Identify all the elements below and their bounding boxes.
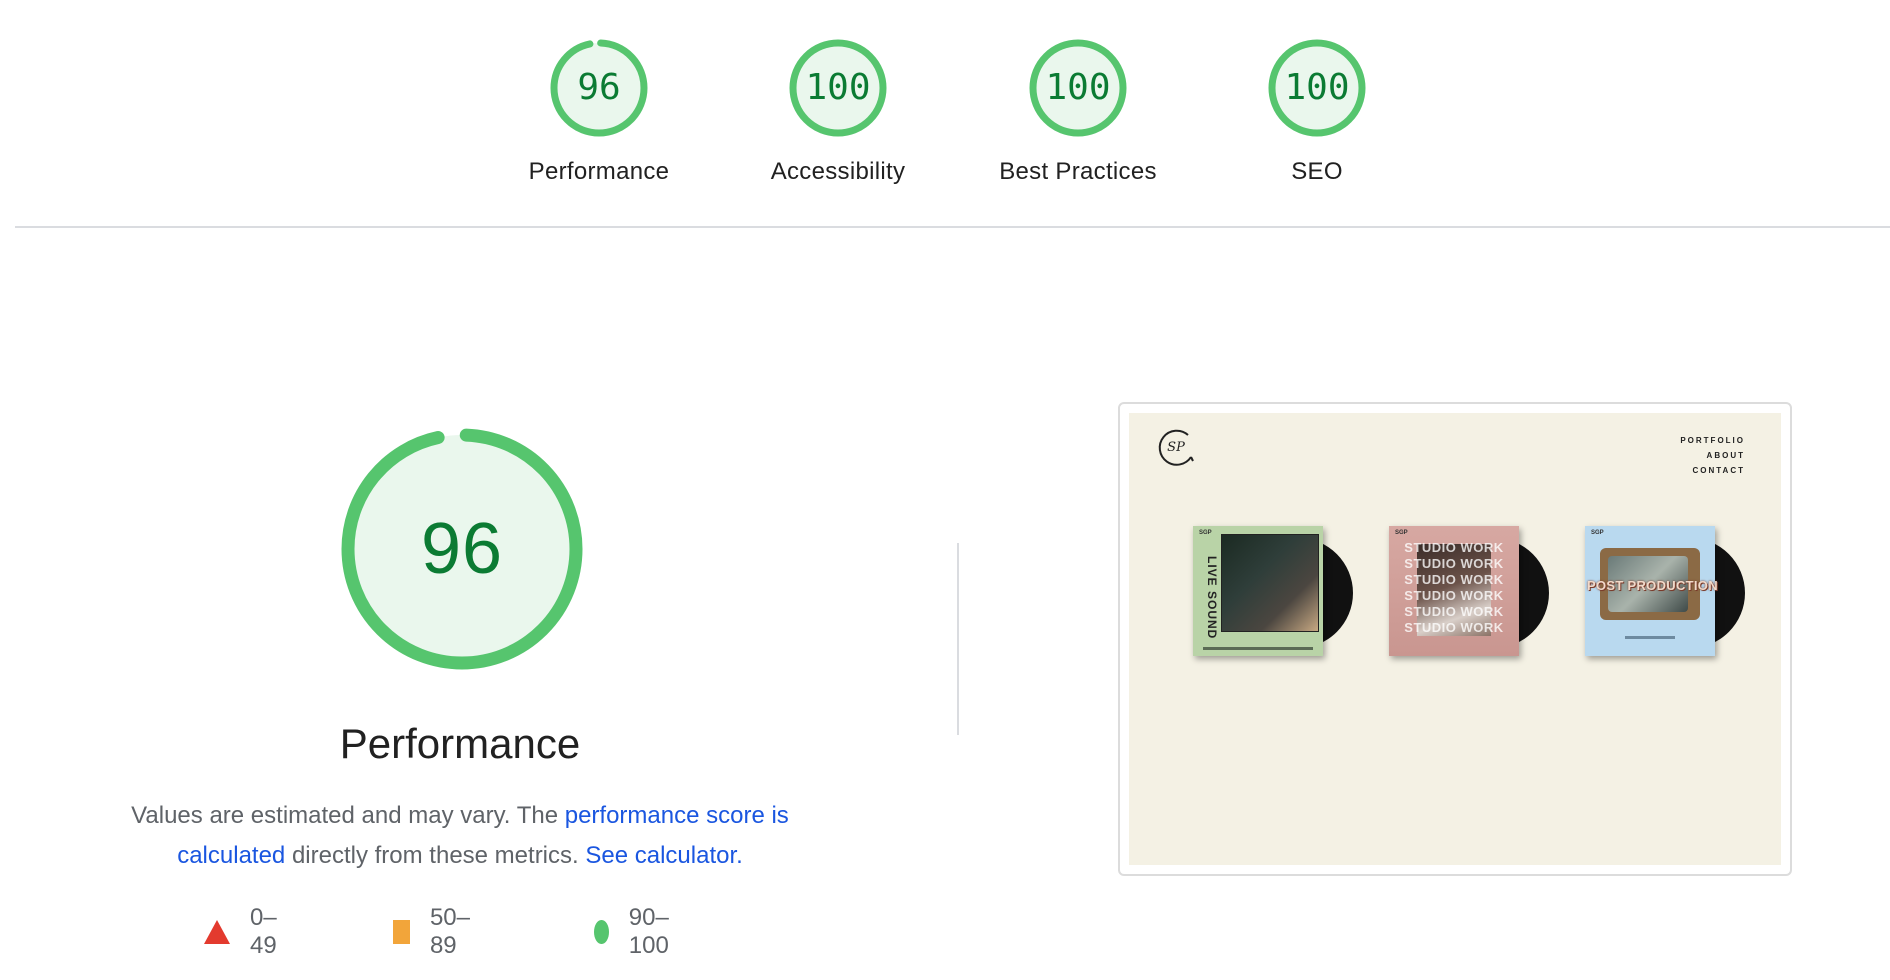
cover-footer [1203, 647, 1313, 650]
orange-square-icon [393, 920, 410, 944]
gauge-score: 100 [805, 67, 871, 108]
gauge-ring: 100 [788, 38, 888, 138]
gauge-score: 100 [1045, 67, 1111, 108]
nav-item-about: ABOUT [1706, 451, 1745, 460]
legend-range: 0–49 [250, 904, 277, 959]
album-title: LIVE SOUND [1205, 556, 1219, 640]
gauge-performance[interactable]: 96 Performance [499, 38, 699, 186]
section-divider [15, 226, 1890, 228]
cover-caption [1625, 636, 1675, 639]
album-title-repeat: STUDIO WORK [1404, 604, 1504, 619]
performance-score: 96 [420, 509, 504, 589]
final-screenshot: SP PORTFOLIO ABOUT CONTACT SGP LIVE SOUN… [1129, 413, 1781, 865]
logo-text: SP [1167, 440, 1185, 455]
album-tag: SGP [1199, 530, 1212, 536]
legend-range: 90–100 [628, 904, 669, 959]
vertical-divider [957, 543, 959, 735]
gauge-label: Performance [528, 158, 670, 185]
album-title-repeat: STUDIO WORK [1404, 620, 1504, 635]
album-cover: SGP STUDIO WORK STUDIO WORK STUDIO WORK … [1389, 526, 1519, 656]
cover-photo [1221, 534, 1319, 632]
album-title-repeat: STUDIO WORK [1404, 588, 1504, 603]
album-title-repeat: STUDIO WORK [1404, 556, 1504, 571]
album-cover: SGP POST PRODUCTION [1585, 526, 1718, 656]
nav-item-contact: CONTACT [1692, 466, 1745, 475]
album-tag: SGP [1395, 530, 1408, 536]
gauge-label: Best Practices [999, 158, 1157, 185]
gauge-label: Accessibility [770, 158, 906, 185]
gauge-ring: 96 [549, 38, 649, 138]
album-title-repeat: STUDIO WORK [1404, 572, 1504, 587]
red-triangle-icon [204, 920, 230, 944]
album-title: STUDIO WORK [1404, 540, 1504, 555]
gauge-seo[interactable]: 100 SEO [1217, 38, 1417, 186]
gauge-best-practices[interactable]: 100 Best Practices [978, 38, 1178, 186]
nav-item-portfolio: PORTFOLIO [1680, 436, 1745, 445]
album-title: POST PRODUCTION [1587, 578, 1718, 593]
album-studio-work: SGP STUDIO WORK STUDIO WORK STUDIO WORK … [1389, 526, 1549, 661]
see-calculator-link[interactable]: See calculator. [585, 842, 742, 869]
final-screenshot-frame[interactable]: SP PORTFOLIO ABOUT CONTACT SGP LIVE SOUN… [1118, 402, 1792, 876]
legend-pass: 90–100 [594, 904, 678, 959]
gauge-score: 100 [1284, 67, 1350, 108]
description-text: directly from these metrics. [285, 842, 586, 869]
performance-title: Performance [339, 720, 581, 767]
legend-range: 50–89 [429, 904, 470, 959]
green-circle-icon [594, 920, 609, 944]
site-logo: SP [1155, 427, 1197, 469]
description-text: Values are estimated and may vary. The [131, 802, 565, 829]
performance-description: Values are estimated and may vary. The p… [100, 796, 820, 876]
gauge-score: 96 [577, 67, 621, 108]
gauge-label: SEO [1291, 158, 1343, 185]
site-nav: PORTFOLIO ABOUT CONTACT [1680, 433, 1745, 478]
legend-average: 50–89 [393, 904, 477, 959]
album-post-production: SGP POST PRODUCTION [1585, 526, 1745, 661]
score-summary: 96 Performance 100 Accessibility 100 Bes… [0, 0, 1890, 200]
album-cover: SGP LIVE SOUND [1193, 526, 1323, 656]
legend-fail: 0–49 [204, 904, 277, 959]
gauge-ring: 100 [1267, 38, 1367, 138]
album-live-sound: SGP LIVE SOUND [1193, 526, 1353, 661]
gauge-accessibility[interactable]: 100 Accessibility [738, 38, 938, 186]
album-tag: SGP [1591, 530, 1604, 536]
gauge-ring: 100 [1028, 38, 1128, 138]
performance-gauge-large: 96 [338, 425, 586, 673]
